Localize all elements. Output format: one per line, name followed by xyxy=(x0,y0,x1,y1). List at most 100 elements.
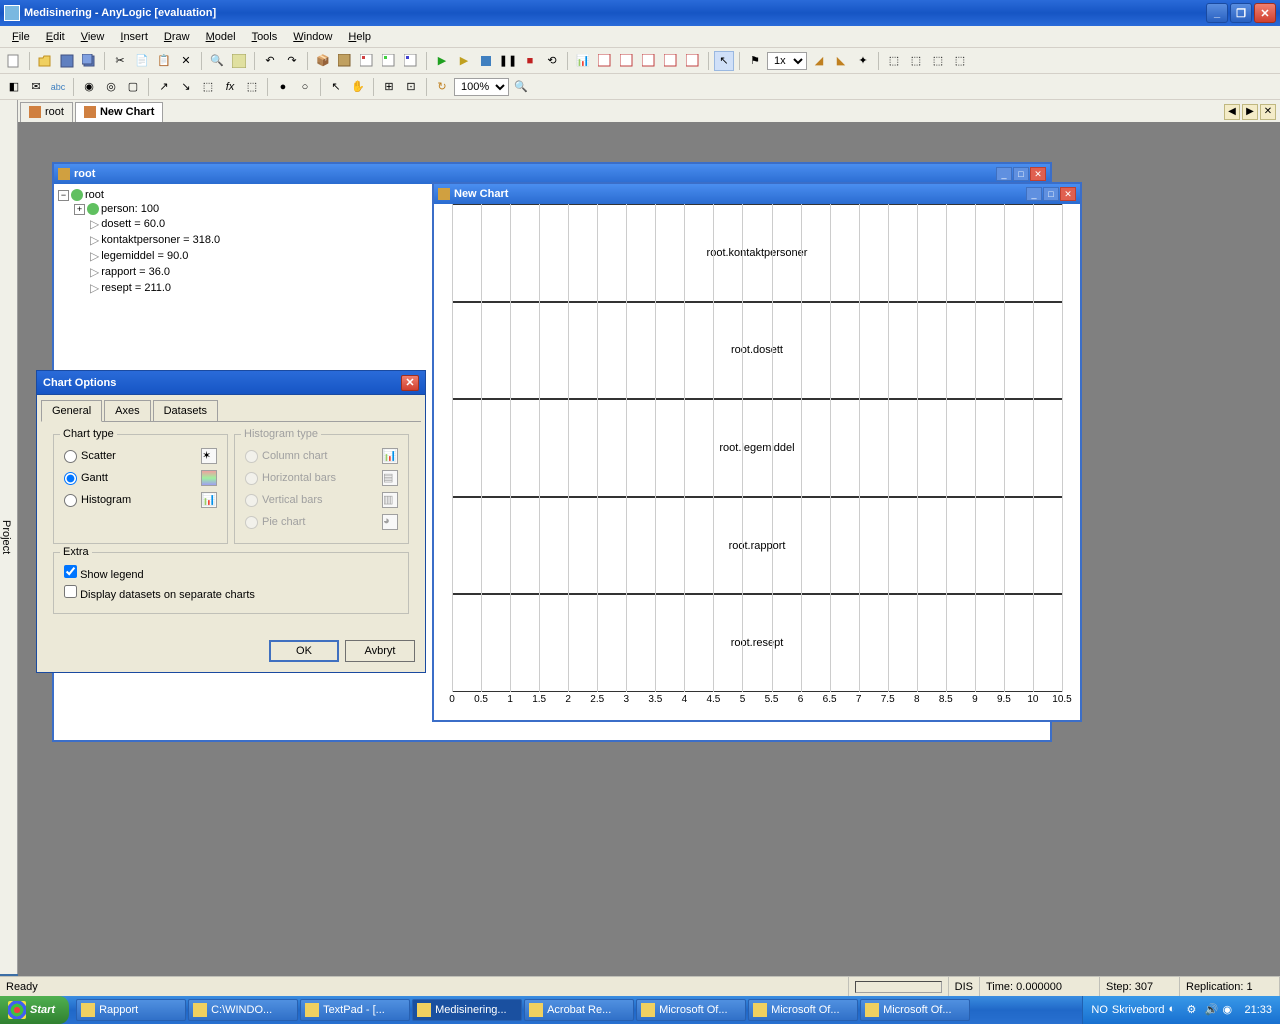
fast-icon[interactable]: ◣ xyxy=(831,51,851,71)
redo-icon[interactable]: ↷ xyxy=(282,51,302,71)
root-window-titlebar[interactable]: root _ □ ✕ xyxy=(54,164,1050,184)
hand-icon[interactable]: ✋ xyxy=(348,77,368,97)
tab-prev-icon[interactable]: ◀ xyxy=(1224,104,1240,120)
menu-help[interactable]: Help xyxy=(340,29,379,45)
rewind-icon[interactable]: ⟲ xyxy=(542,51,562,71)
menu-insert[interactable]: Insert xyxy=(112,29,156,45)
menu-window[interactable]: Window xyxy=(285,29,340,45)
dialog-tab-general[interactable]: General xyxy=(41,400,102,422)
pause-icon[interactable]: ❚❚ xyxy=(498,51,518,71)
zoom-combo[interactable]: 100% xyxy=(454,78,509,96)
menu-edit[interactable]: Edit xyxy=(38,29,73,45)
inspect4-icon[interactable] xyxy=(661,51,681,71)
radio-histogram[interactable]: Histogram xyxy=(64,494,131,507)
tray-icon-3[interactable]: ◉ xyxy=(1222,1003,1236,1017)
zoom-fit-icon[interactable]: 🔍 xyxy=(511,77,531,97)
tray-lang[interactable]: NO xyxy=(1091,1004,1108,1016)
node3-icon[interactable]: ▢ xyxy=(123,77,143,97)
chart-window-titlebar[interactable]: New Chart _ □ ✕ xyxy=(434,184,1080,204)
dialog-titlebar[interactable]: Chart Options ✕ xyxy=(37,371,425,395)
root-win-min-icon[interactable]: _ xyxy=(996,167,1012,181)
tree-item-legemiddel[interactable]: legemiddel = 90.0 xyxy=(101,250,188,262)
tree-item-rapport[interactable]: rapport = 36.0 xyxy=(101,266,170,278)
tab-close-icon[interactable]: ✕ xyxy=(1260,104,1276,120)
taskbar-button[interactable]: Medisinering... xyxy=(412,999,522,1021)
snap-icon[interactable]: ⊡ xyxy=(401,77,421,97)
chart-win-min-icon[interactable]: _ xyxy=(1026,187,1042,201)
tree-item-dosett[interactable]: dosett = 60.0 xyxy=(101,218,165,230)
tree-root-label[interactable]: root xyxy=(85,189,104,201)
taskbar-button[interactable]: Microsoft Of... xyxy=(748,999,858,1021)
mail-icon[interactable]: ✉ xyxy=(26,77,46,97)
open-icon[interactable] xyxy=(35,51,55,71)
check-show-legend[interactable]: Show legend xyxy=(64,565,144,581)
undo-icon[interactable]: ↶ xyxy=(260,51,280,71)
dialog-tab-datasets[interactable]: Datasets xyxy=(153,400,218,422)
save-icon[interactable] xyxy=(57,51,77,71)
tool3-icon[interactable]: ⬚ xyxy=(906,51,926,71)
chart-win-max-icon[interactable]: □ xyxy=(1043,187,1059,201)
menu-model[interactable]: Model xyxy=(198,29,244,45)
conn1-icon[interactable]: ↗ xyxy=(154,77,174,97)
slow-icon[interactable]: ◢ xyxy=(809,51,829,71)
inspect2-icon[interactable] xyxy=(617,51,637,71)
radio-gantt[interactable]: Gantt xyxy=(64,472,108,485)
cube-icon[interactable]: ◧ xyxy=(4,77,24,97)
inspect3-icon[interactable] xyxy=(639,51,659,71)
event2-icon[interactable]: ○ xyxy=(295,77,315,97)
grid-icon[interactable]: ⊞ xyxy=(379,77,399,97)
inspect1-icon[interactable] xyxy=(595,51,615,71)
node2-icon[interactable]: ◎ xyxy=(101,77,121,97)
chart-icon[interactable]: 📊 xyxy=(573,51,593,71)
speed-combo[interactable]: 1x xyxy=(767,52,807,70)
tree-collapse-icon[interactable]: − xyxy=(58,190,69,201)
event1-icon[interactable]: ● xyxy=(273,77,293,97)
panel2-icon[interactable] xyxy=(379,51,399,71)
text-abc-icon[interactable]: abc xyxy=(48,77,68,97)
tool1-icon[interactable]: ✦ xyxy=(853,51,873,71)
pointer2-icon[interactable]: ↖ xyxy=(326,77,346,97)
tray-desktop[interactable]: Skrivebord xyxy=(1112,1004,1165,1016)
tree-item-resept[interactable]: resept = 211.0 xyxy=(101,282,171,294)
tool5-icon[interactable]: ⬚ xyxy=(950,51,970,71)
panel3-icon[interactable] xyxy=(401,51,421,71)
find-icon[interactable]: 🔍 xyxy=(207,51,227,71)
run-icon[interactable]: ▶ xyxy=(432,51,452,71)
paste-icon[interactable]: 📋 xyxy=(154,51,174,71)
menu-tools[interactable]: Tools xyxy=(244,29,286,45)
sidebar-project[interactable]: Project xyxy=(0,100,18,974)
box-icon[interactable]: 📦 xyxy=(313,51,333,71)
taskbar-button[interactable]: TextPad - [... xyxy=(300,999,410,1021)
taskbar-button[interactable]: C:\WINDO... xyxy=(188,999,298,1021)
start-button[interactable]: Start xyxy=(0,996,69,1024)
check-separate-charts[interactable]: Display datasets on separate charts xyxy=(64,585,255,601)
taskbar-button[interactable]: Microsoft Of... xyxy=(860,999,970,1021)
pointer-icon[interactable]: ↖ xyxy=(714,51,734,71)
menu-file[interactable]: File xyxy=(4,29,38,45)
conn2-icon[interactable]: ↘ xyxy=(176,77,196,97)
dialog-tab-axes[interactable]: Axes xyxy=(104,400,150,422)
tree-item-person[interactable]: person: 100 xyxy=(101,203,159,215)
node1-icon[interactable]: ◉ xyxy=(79,77,99,97)
conn3-icon[interactable]: ⬚ xyxy=(198,77,218,97)
run-fast-icon[interactable]: ▶ xyxy=(454,51,474,71)
refresh-icon[interactable]: ↻ xyxy=(432,77,452,97)
delete-icon[interactable]: ✕ xyxy=(176,51,196,71)
dialog-close-icon[interactable]: ✕ xyxy=(401,375,419,391)
tray-volume-icon[interactable]: 🔊 xyxy=(1204,1003,1218,1017)
radio-scatter[interactable]: Scatter xyxy=(64,450,116,463)
tree-expand-icon[interactable]: + xyxy=(74,204,85,215)
fx-icon[interactable]: fx xyxy=(220,77,240,97)
tab-root[interactable]: root xyxy=(20,102,73,122)
save-all-icon[interactable] xyxy=(79,51,99,71)
inspect5-icon[interactable] xyxy=(683,51,703,71)
chart-win-close-icon[interactable]: ✕ xyxy=(1060,187,1076,201)
cut-icon[interactable]: ✂ xyxy=(110,51,130,71)
cancel-button[interactable]: Avbryt xyxy=(345,640,415,662)
tool4-icon[interactable]: ⬚ xyxy=(928,51,948,71)
tray-icon-2[interactable]: ⚙ xyxy=(1186,1003,1200,1017)
minimize-button[interactable]: _ xyxy=(1206,3,1228,23)
menu-view[interactable]: View xyxy=(73,29,113,45)
build-icon[interactable] xyxy=(335,51,355,71)
taskbar-button[interactable]: Acrobat Re... xyxy=(524,999,634,1021)
